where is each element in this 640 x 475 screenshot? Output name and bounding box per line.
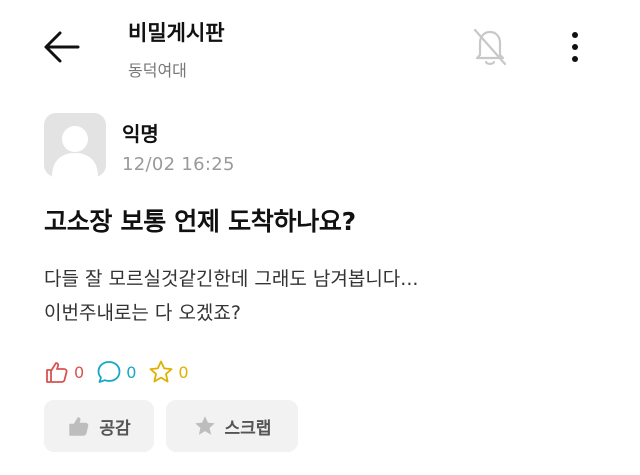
comment-count: 0 (126, 362, 137, 382)
back-button[interactable] (38, 22, 88, 72)
scrap-stat: 0 (148, 359, 189, 385)
thumbs-up-icon (69, 417, 89, 436)
board-title: 비밀게시판 (128, 21, 225, 45)
post-body-line: 이번주내로는 다 오겠죠? (44, 302, 241, 324)
arrow-left-icon (44, 31, 80, 63)
post-title: 고소장 보통 언제 도착하나요? (44, 207, 356, 236)
speech-bubble-icon (97, 361, 121, 383)
post-body: 다들 잘 모르실것같긴한데 그래도 남겨봅니다... 이번주내로는 다 오겠죠? (44, 262, 604, 330)
like-count: 0 (74, 362, 85, 382)
app-header: 비밀게시판 동덕여대 (0, 0, 640, 100)
bell-off-icon (473, 28, 507, 66)
board-subtitle: 동덕여대 (128, 61, 187, 80)
like-stat: 0 (44, 359, 84, 385)
post-body-line: 다들 잘 모르실것같긴한데 그래도 남겨봅니다... (44, 268, 419, 290)
star-icon (149, 360, 173, 383)
like-button[interactable]: 공감 (44, 400, 154, 452)
star-icon (194, 416, 215, 435)
post-stats: 0 0 0 (44, 356, 201, 388)
scrap-button[interactable]: 스크랩 (166, 400, 298, 452)
notification-toggle-button[interactable] (466, 22, 514, 70)
comment-stat: 0 (96, 359, 136, 385)
thumbs-up-icon (46, 362, 68, 383)
post-timestamp: 12/02 16:25 (122, 154, 235, 175)
more-vertical-icon (572, 32, 578, 62)
author-name: 익명 (122, 122, 159, 146)
scrap-button-label: 스크랩 (224, 418, 272, 439)
anonymous-avatar-icon (52, 126, 98, 177)
avatar (44, 113, 106, 177)
more-options-button[interactable] (558, 26, 592, 68)
scrap-count: 0 (178, 362, 189, 382)
like-button-label: 공감 (99, 418, 131, 439)
